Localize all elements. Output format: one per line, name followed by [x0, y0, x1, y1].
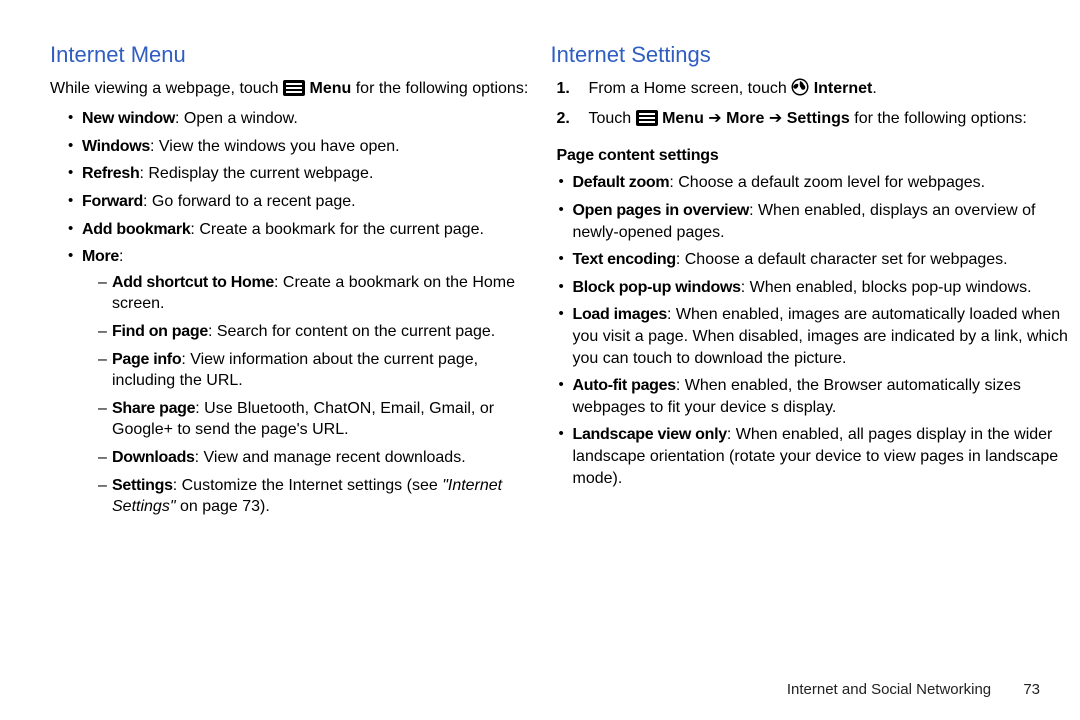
list-item: Default zoom: Choose a default zoom leve…: [558, 172, 1080, 194]
menu-icon: [636, 110, 658, 133]
more-label: More: [726, 110, 764, 127]
term: Settings: [112, 477, 173, 494]
list-item: Landscape view only: When enabled, all p…: [558, 424, 1080, 489]
term: New window: [82, 110, 175, 127]
list-item: Settings: Customize the Internet setting…: [98, 475, 530, 518]
heading-internet-settings: Internet Settings: [550, 40, 1080, 70]
list-item: Auto-fit pages: When enabled, the Browse…: [558, 375, 1080, 418]
subheading-page-content: Page content settings: [556, 145, 1080, 167]
desc: : Open a window.: [175, 110, 298, 127]
intro-text-a: While viewing a webpage, touch: [50, 80, 283, 97]
list-item: New window: Open a window.: [68, 108, 530, 130]
term: Add shortcut to Home: [112, 274, 274, 291]
term: Windows: [82, 138, 150, 155]
term: Load images: [572, 306, 667, 323]
menu-options-list: New window: Open a window. Windows: View…: [50, 108, 530, 518]
step-tail: .: [872, 80, 876, 97]
desc: :: [119, 248, 123, 265]
desc: : Redisplay the current webpage.: [139, 165, 373, 182]
list-item: Text encoding: Choose a default characte…: [558, 249, 1080, 271]
list-item: Refresh: Redisplay the current webpage.: [68, 163, 530, 185]
desc: : View the windows you have open.: [150, 138, 400, 155]
term: Auto-fit pages: [572, 377, 675, 394]
intro-left: While viewing a webpage, touch Menu for …: [50, 78, 530, 103]
term: Forward: [82, 193, 143, 210]
term: Landscape view only: [572, 426, 726, 443]
step-number: 2.: [556, 108, 569, 130]
term: Find on page: [112, 323, 208, 340]
term: Block pop-up windows: [572, 279, 740, 296]
term: More: [82, 248, 119, 265]
heading-internet-menu: Internet Menu: [50, 40, 530, 70]
arrow2: ➔: [764, 110, 786, 127]
footer-section: Internet and Social Networking: [787, 681, 991, 698]
step-pre: From a Home screen, touch: [588, 80, 791, 97]
left-column: Internet Menu While viewing a webpage, t…: [50, 40, 550, 720]
list-item: Load images: When enabled, images are au…: [558, 304, 1080, 369]
more-sublist: Add shortcut to Home: Create a bookmark …: [82, 272, 530, 518]
term: Share page: [112, 400, 195, 417]
desc: : View and manage recent downloads.: [195, 449, 466, 466]
steps-list: 1. From a Home screen, touch Internet. 2…: [550, 78, 1080, 133]
list-item-more: More: Add shortcut to Home: Create a boo…: [68, 246, 530, 518]
list-item: Share page: Use Bluetooth, ChatON, Email…: [98, 398, 530, 441]
list-item: Forward: Go forward to a recent page.: [68, 191, 530, 213]
right-column: Internet Settings 1. From a Home screen,…: [550, 40, 1080, 720]
step-number: 1.: [556, 78, 569, 100]
term: Page info: [112, 351, 181, 368]
intro-text-b: for the following options:: [356, 80, 529, 97]
step-item: 2. Touch Menu ➔ More ➔ Settings for the …: [580, 108, 1080, 133]
desc-a: : Customize the Internet settings (see: [173, 477, 442, 494]
internet-label: Internet: [814, 80, 873, 97]
step-item: 1. From a Home screen, touch Internet.: [580, 78, 1080, 103]
desc: : Choose a default zoom level for webpag…: [669, 174, 985, 191]
step-pre: Touch: [588, 110, 635, 127]
term: Refresh: [82, 165, 139, 182]
desc: : Create a bookmark for the current page…: [190, 221, 483, 238]
term: Default zoom: [572, 174, 669, 191]
step2-tail: for the following options:: [850, 110, 1027, 127]
menu-icon: [283, 80, 305, 103]
globe-icon: [791, 78, 809, 103]
list-item: Add bookmark: Create a bookmark for the …: [68, 219, 530, 241]
term: Text encoding: [572, 251, 675, 268]
list-item: Block pop-up windows: When enabled, bloc…: [558, 277, 1080, 299]
page: Internet Menu While viewing a webpage, t…: [0, 0, 1080, 720]
settings-label: Settings: [787, 110, 850, 127]
settings-options-list: Default zoom: Choose a default zoom leve…: [550, 172, 1080, 489]
menu-label: Menu: [309, 80, 351, 97]
footer-page-number: 73: [1023, 681, 1040, 698]
desc: : When enabled, blocks pop-up windows.: [741, 279, 1032, 296]
list-item: Add shortcut to Home: Create a bookmark …: [98, 272, 530, 315]
menu-label2: Menu: [662, 110, 704, 127]
list-item: Downloads: View and manage recent downlo…: [98, 447, 530, 469]
list-item: Windows: View the windows you have open.: [68, 136, 530, 158]
list-item: Find on page: Search for content on the …: [98, 321, 530, 343]
term: Downloads: [112, 449, 195, 466]
desc: : Choose a default character set for web…: [676, 251, 1008, 268]
arrow: ➔: [704, 110, 726, 127]
term: Open pages in overview: [572, 202, 749, 219]
term: Add bookmark: [82, 221, 190, 238]
page-footer: Internet and Social Networking 73: [787, 680, 1040, 700]
desc-b: on page 73).: [176, 498, 270, 515]
list-item: Page info: View information about the cu…: [98, 349, 530, 392]
list-item: Open pages in overview: When enabled, di…: [558, 200, 1080, 243]
desc: : Search for content on the current page…: [208, 323, 495, 340]
desc: : Go forward to a recent page.: [143, 193, 356, 210]
